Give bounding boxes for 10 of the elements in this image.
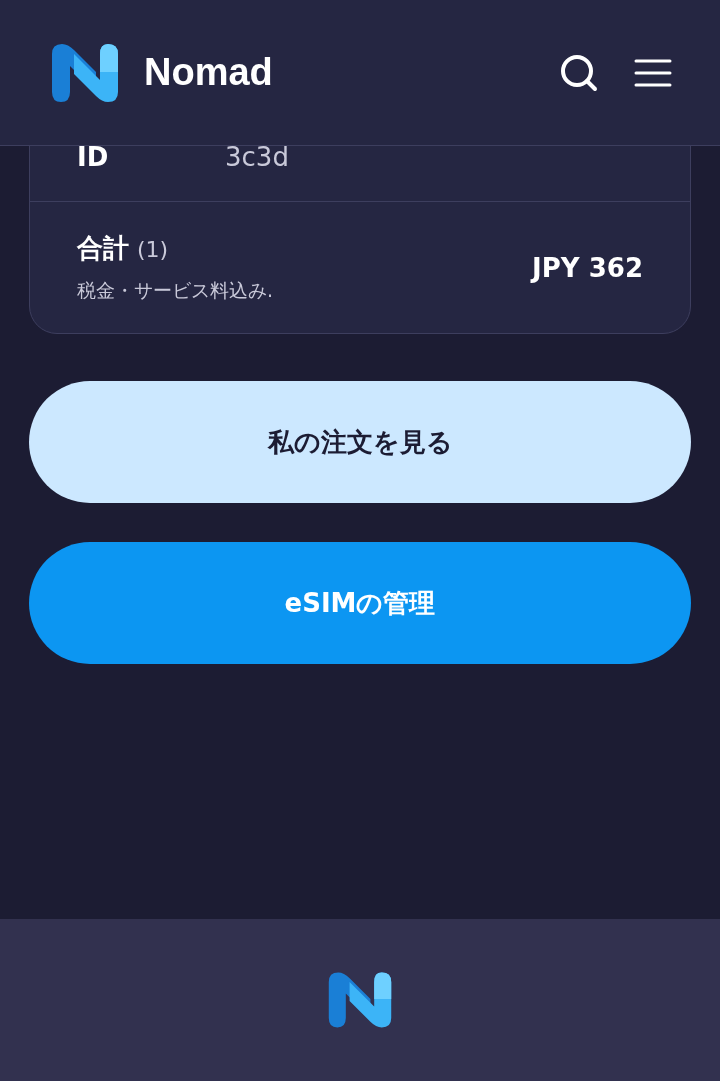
brand-name: Nomad	[144, 51, 273, 94]
search-icon[interactable]	[560, 53, 598, 92]
view-orders-button[interactable]: 私の注文を見る	[29, 381, 691, 503]
id-label: ID	[77, 141, 110, 172]
item-count: (1)	[137, 237, 169, 262]
id-value: 3c3d	[225, 141, 289, 172]
menu-icon[interactable]	[634, 58, 672, 87]
tax-note: 税金・サービス料込み.	[77, 278, 275, 303]
total-label: 合計	[77, 232, 129, 265]
total-amount: JPY 362	[532, 252, 643, 283]
